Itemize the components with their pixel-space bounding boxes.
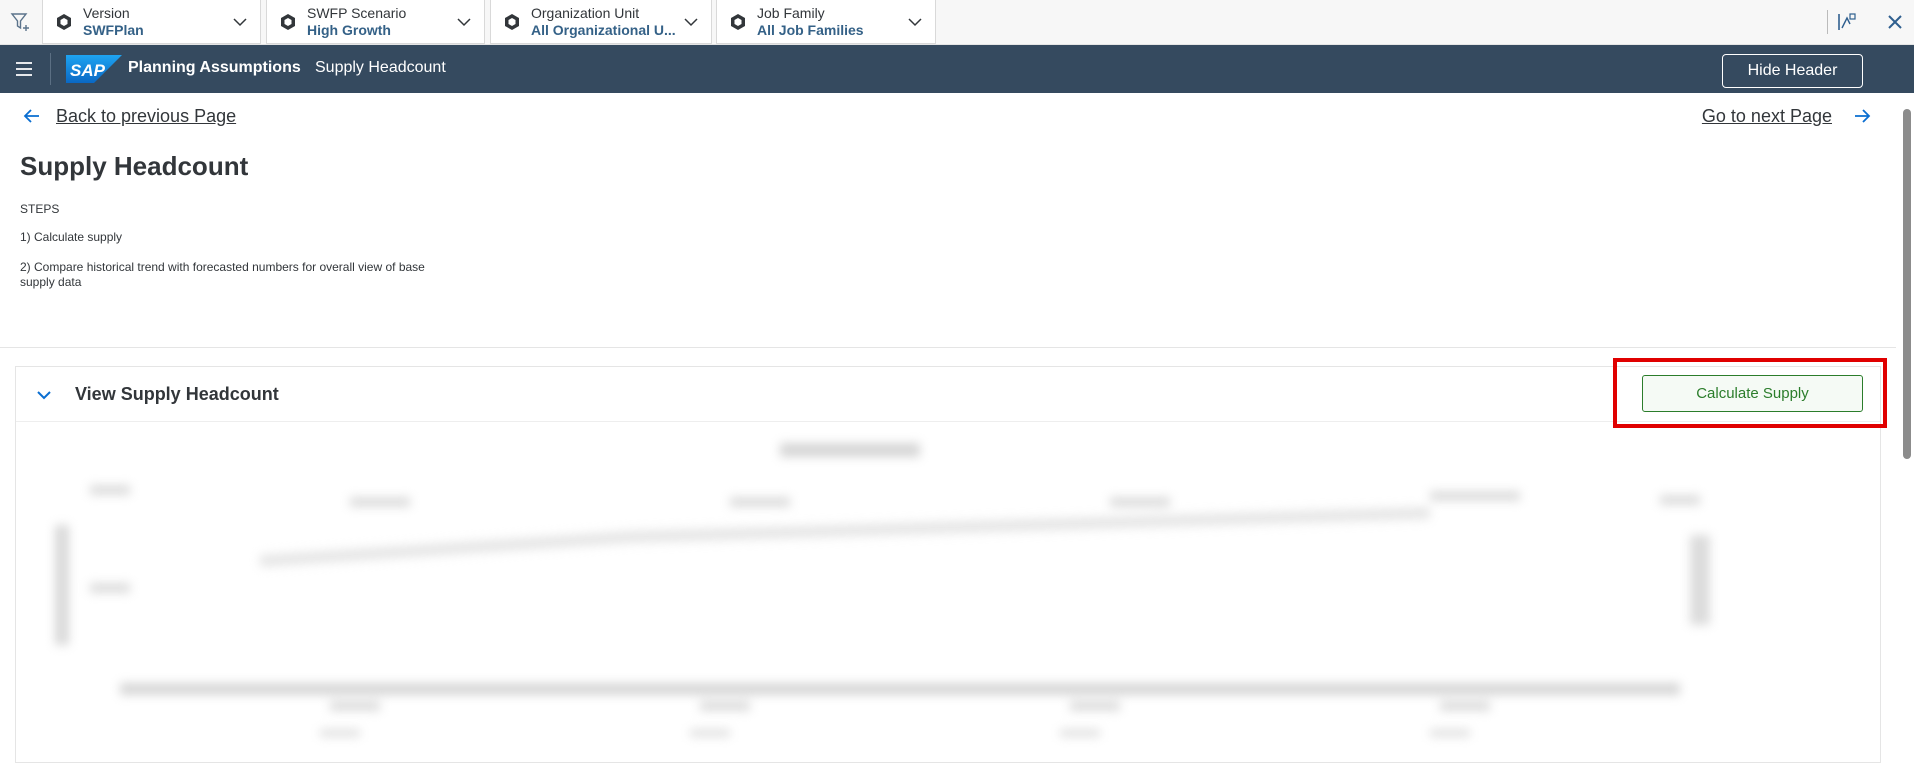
blurred-tick-label [320,729,360,737]
close-icon[interactable] [1883,10,1907,34]
toolbar-separator [1827,10,1828,34]
filter-label: SWFP Scenario [307,5,407,21]
blurred-text [1110,497,1170,507]
blurred-tick-label [700,701,750,711]
cube-icon [505,14,519,30]
svg-text:SAP: SAP [70,61,106,80]
steps-heading: STEPS [20,202,60,216]
calculate-supply-button[interactable]: Calculate Supply [1642,375,1863,412]
chevron-down-icon[interactable] [36,387,52,403]
filter-label: Job Family [757,5,825,21]
cube-icon [281,14,295,30]
blurred-tick-label [690,729,730,737]
cube-icon [57,14,71,30]
blurred-text [1690,535,1710,625]
blurred-text [90,583,130,593]
filter-swfp-scenario[interactable]: SWFP Scenario High Growth [266,0,485,44]
app-title: Planning Assumptions [128,59,301,76]
shell-bar: SAP Planning Assumptions Supply Headcoun… [0,45,1914,93]
panel-title: View Supply Headcount [75,384,279,404]
chevron-down-icon[interactable] [683,14,699,30]
blurred-tick-label [1430,729,1470,737]
blurred-tick-label [1060,729,1100,737]
hide-header-button[interactable]: Hide Header [1722,54,1863,88]
supply-headcount-chart-blurred [55,443,1710,737]
header-divider [0,347,1896,348]
back-link[interactable]: Back to previous Page [56,106,236,127]
step-item: 2) Compare historical trend with forecas… [20,260,425,289]
blurred-axis [120,683,1680,695]
blurred-tick-label [1440,701,1490,711]
menu-icon[interactable] [15,61,33,77]
blurred-text [1660,495,1700,505]
filter-add-icon[interactable] [9,10,33,34]
shell-separator [50,53,51,85]
arrow-right-icon[interactable] [1852,106,1872,126]
chevron-down-icon[interactable] [456,14,472,30]
next-link[interactable]: Go to next Page [1702,106,1832,127]
scrollbar-thumb[interactable] [1903,109,1911,459]
filter-label: Organization Unit [531,5,640,21]
filter-version[interactable]: Version SWFPlan [42,0,261,44]
step-item: 1) Calculate supply [20,230,123,244]
page-title: Supply Headcount [20,151,249,181]
cube-icon [731,14,745,30]
filter-job-family[interactable]: Job Family All Job Families [716,0,936,44]
filter-bar: Version SWFPlan SWFP Scenario High Growt… [0,0,1914,45]
chevron-down-icon[interactable] [907,14,923,30]
back-navigation[interactable]: Back to previous Page [22,104,236,128]
filter-value: All Job Families [757,22,864,38]
blurred-text [350,497,410,507]
next-navigation[interactable]: Go to next Page [1702,104,1872,128]
panel-header: View Supply Headcount [16,367,1880,422]
sap-logo[interactable]: SAP [66,55,122,83]
filter-organization-unit[interactable]: Organization Unit All Organizational U..… [490,0,712,44]
blurred-chart-title [780,443,920,457]
chevron-down-icon[interactable] [232,14,248,30]
variable-icon[interactable] [1835,10,1859,34]
filter-value: SWFPlan [83,22,144,38]
filter-value: High Growth [307,22,391,38]
filter-label: Version [83,5,130,21]
blurred-text [90,485,130,495]
blurred-text [730,497,790,507]
app-subtitle: Supply Headcount [315,59,446,76]
blurred-tick-label [330,701,380,711]
blurred-tick-label [1070,701,1120,711]
arrow-left-icon[interactable] [22,106,42,126]
blurred-text [1430,491,1520,501]
blurred-axis-label [55,525,69,645]
filter-value: All Organizational U... [531,22,676,38]
